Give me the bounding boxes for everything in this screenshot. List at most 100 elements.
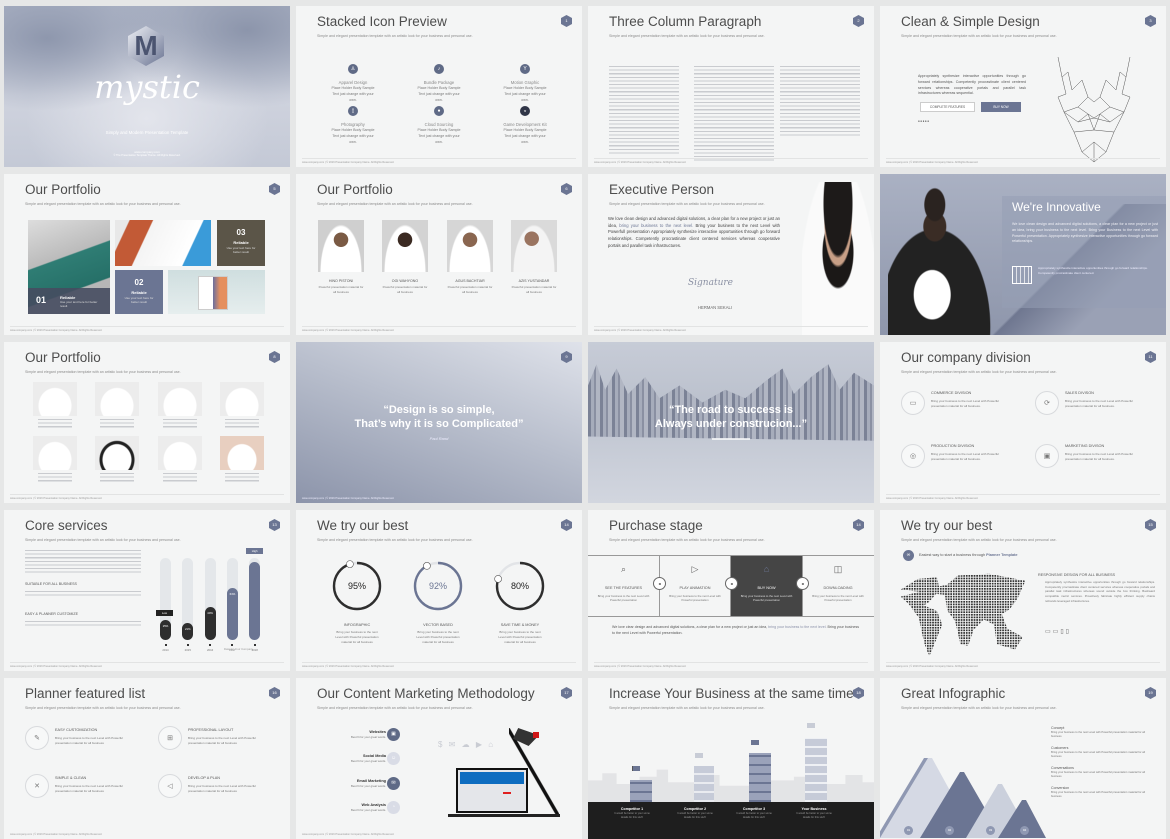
tile-number: 01: [36, 295, 47, 305]
slide-footer: www.company.com | © 2016 Presentation Co…: [594, 161, 687, 164]
progress-ring: 92%: [413, 561, 463, 611]
slide-number-badge: 3: [1145, 15, 1156, 27]
slide-we-try-our-best-rings[interactable]: We try our best Simple and elegant prese…: [296, 510, 582, 671]
portfolio-tile-01[interactable]: 01 Reliable Use your text here for bette…: [28, 288, 110, 314]
slide-subtitle: Simple and elegant presentation template…: [25, 370, 181, 374]
cocktail-icon: Y: [520, 64, 530, 74]
division-desc: Bring your business to the next Level wi…: [1065, 452, 1133, 461]
slide-title: Our Portfolio: [317, 182, 393, 197]
buy-now-button[interactable]: BUY NOW: [981, 102, 1021, 112]
slide-purchase-stage[interactable]: Purchase stage Simple and elegant presen…: [588, 510, 874, 671]
item-desc: Place Holder Body Sample Text just chang…: [417, 128, 461, 144]
slide-footer: www.company.com | © 2016 Presentation Co…: [10, 665, 103, 668]
ring-value: 95%: [348, 581, 366, 591]
team-name: AGUS BACHTIAR: [455, 279, 485, 283]
section-heading: SUITABLE FOR ALL BUSINESS: [25, 582, 77, 586]
portfolio-tile-03[interactable]: 03 Reliable Use your text here for bette…: [217, 220, 265, 266]
slide-great-infographic[interactable]: Great Infographic Simple and elegant pre…: [880, 678, 1166, 839]
method-desc: Best fit for your great words.: [351, 735, 386, 739]
item-label: Bundle Package: [423, 80, 455, 85]
slide-our-portfolio-team[interactable]: Our Portfolio Simple and elegant present…: [296, 174, 582, 335]
slide-content-marketing[interactable]: Our Content Marketing Methodology Simple…: [296, 678, 582, 839]
slide-title: Our Portfolio: [25, 182, 101, 197]
slide-increase-your-business[interactable]: Increase Your Business at the same time …: [588, 678, 874, 839]
microphone-icon: ♪: [434, 64, 444, 74]
body-text: We love clear design and advanced digita…: [612, 625, 862, 637]
portfolio-image-brochure[interactable]: [115, 220, 211, 266]
slide-number-badge: 5: [269, 183, 280, 195]
device-icons: ▭▭▯▯: [1045, 629, 1071, 635]
footer-divider: [10, 662, 284, 663]
slide-three-column-paragraph[interactable]: Three Column Paragraph Simple and elegan…: [588, 6, 874, 167]
tile-desc: Use your text here for better result: [124, 296, 154, 304]
ring-knob: [494, 575, 502, 583]
slide-planner-featured-list[interactable]: Planner featured list Simple and elegant…: [4, 678, 290, 839]
flag-icon: [695, 753, 703, 758]
slide-design-quote[interactable]: 9 “Design is so simple, That’s why it is…: [296, 342, 582, 503]
item-desc: Place Holder Body Sample Text just chang…: [503, 86, 547, 102]
competitor-label: Competitor 3: [742, 807, 766, 811]
stage-desc: Bring your business to the next Level wi…: [812, 594, 864, 603]
column-2-text: [694, 66, 774, 162]
apparel-photo[interactable]: [33, 436, 77, 470]
division-label: MARKETING DIVISON: [1065, 444, 1105, 448]
slide-executive-person[interactable]: Executive Person Simple and elegant pres…: [588, 174, 874, 335]
feature-label: PROFESSIONAL LAYOUT: [188, 728, 234, 732]
feature-desc: Bring your business to the next Level wi…: [188, 736, 256, 745]
slide-title: Our Content Marketing Methodology: [317, 686, 535, 701]
x-tick-label: 2016: [206, 648, 214, 652]
team-desc: Powerful presentation material for all b…: [318, 285, 364, 294]
slide-mystic-cover[interactable]: M mystic Simply and Modern Presentation …: [4, 6, 290, 167]
slide-company-division[interactable]: Our company division Simple and elegant …: [880, 342, 1166, 503]
complete-features-button[interactable]: COMPLETE FEATURES: [920, 102, 975, 112]
slide-subtitle: Simple and elegant presentation template…: [609, 34, 765, 38]
slide-clean-simple-design[interactable]: Clean & Simple Design Simple and elegant…: [880, 6, 1166, 167]
team-name: AZIS YUSTANDAR: [518, 279, 550, 283]
apparel-captions: [38, 419, 72, 429]
slide-our-portfolio-apparel[interactable]: Our Portfolio Simple and elegant present…: [4, 342, 290, 503]
building-competitor-2: [694, 766, 714, 802]
polygon-deer-illustration: [1057, 56, 1131, 163]
item-label: Cloud Sourcing: [424, 122, 454, 127]
dotted-world-map: [900, 573, 1026, 657]
apparel-photo[interactable]: [158, 382, 202, 416]
slide-number-badge: 18: [853, 687, 864, 699]
stage-buy-now[interactable]: ⌂ BUY NOW Bring your business to the nex…: [731, 556, 803, 616]
slide-were-innovative[interactable]: We're Innovative We love clean design an…: [880, 174, 1166, 335]
slide-stacked-icon-preview[interactable]: Stacked Icon Preview Simple and elegant …: [296, 6, 582, 167]
slide-road-quote[interactable]: “The road to success is Always under con…: [588, 342, 874, 503]
tile-desc: Use your text here for better result: [60, 300, 98, 308]
stage-see-features[interactable]: ⌕ SEE THE FEATURES Bring your business t…: [588, 556, 660, 616]
slide-core-services[interactable]: Core services Simple and elegant present…: [4, 510, 290, 671]
executive-photo: [802, 182, 874, 335]
pyramid-number: 02: [945, 826, 954, 835]
slide-number-badge: 16: [269, 687, 280, 699]
slide-title: Planner featured list: [25, 686, 146, 701]
apparel-photo[interactable]: [33, 382, 77, 416]
apparel-photo[interactable]: [95, 436, 139, 470]
portfolio-tile-02[interactable]: 02 Reliable Use your text here for bette…: [115, 270, 163, 314]
flag-icon: [807, 723, 815, 728]
slide-footer: www.company.com | © 2016 Presentation Co…: [302, 161, 395, 164]
slide-title: Purchase stage: [609, 518, 703, 533]
ring-label: VECTOR BASED: [423, 623, 453, 627]
portfolio-image-box[interactable]: [168, 270, 265, 314]
infographic-label: Customers: [1051, 746, 1069, 750]
apple-icon: ●: [434, 106, 444, 116]
refresh-icon: ⟳: [1035, 391, 1059, 415]
body-link[interactable]: bring your business to the next level.: [768, 625, 826, 629]
stage-play-animation[interactable]: ▷ PLAY ANIMATION Bring your business to …: [660, 556, 731, 616]
slide-our-portfolio-tiles[interactable]: Our Portfolio Simple and elegant present…: [4, 174, 290, 335]
body-link[interactable]: bring your business to the next level.: [619, 223, 693, 228]
competitor-label: Competitor 2: [683, 807, 707, 811]
stage-downloading[interactable]: ◫ DOWNLOADING Bring your business to the…: [803, 556, 875, 616]
slide-we-try-our-best-map[interactable]: We try our best Simple and elegant prese…: [880, 510, 1166, 671]
apparel-photo[interactable]: [220, 436, 264, 470]
footer-divider: [10, 326, 284, 327]
feature-label: SIMPLE & CLEAN: [55, 776, 87, 780]
apparel-photo[interactable]: [158, 436, 202, 470]
apparel-photo[interactable]: [95, 382, 139, 416]
footer-divider: [10, 494, 284, 495]
apparel-photo[interactable]: [220, 382, 264, 416]
email-icon: ✉: [387, 777, 400, 790]
